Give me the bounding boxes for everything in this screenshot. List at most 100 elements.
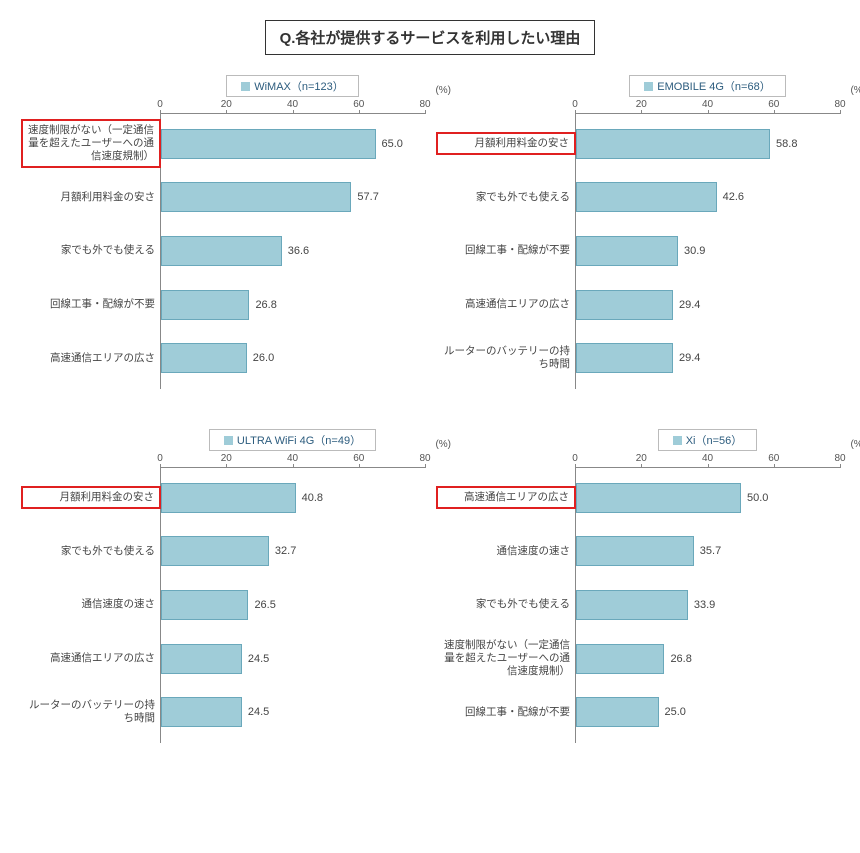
legend-wrap: WiMAX（n=123） — [160, 75, 425, 97]
chart: WiMAX（n=123）(%)020406080速度制限がない（一定通信量を超え… — [20, 75, 425, 389]
bar-value: 32.7 — [275, 545, 296, 557]
bar-row: 高速通信エリアの広さ50.0 — [576, 480, 840, 516]
bar-label: 家でも外でも使える — [436, 191, 576, 204]
bar-row: 回線工事・配線が不要26.8 — [161, 287, 425, 323]
bar-row: 月額利用料金の安さ40.8 — [161, 480, 425, 516]
bar-label: 高速通信エリアの広さ — [21, 652, 161, 665]
bar — [576, 290, 673, 320]
bar-label: 通信速度の速さ — [21, 598, 161, 611]
plot-area: (%)020406080速度制限がない（一定通信量を超えたユーザーへの通信速度規… — [160, 99, 425, 389]
x-tick-mark — [840, 110, 841, 114]
x-tick-label: 20 — [221, 453, 232, 464]
plot-area: (%)020406080高速通信エリアの広さ50.0通信速度の速さ35.7家でも… — [575, 453, 840, 743]
bar — [161, 129, 376, 159]
bar-row: 回線工事・配線が不要25.0 — [576, 694, 840, 730]
x-tick-mark — [840, 464, 841, 468]
bar-row: 家でも外でも使える33.9 — [576, 587, 840, 623]
x-tick-label: 40 — [702, 453, 713, 464]
bar — [161, 290, 249, 320]
bar-value: 36.6 — [288, 245, 309, 257]
x-tick-label: 40 — [702, 99, 713, 110]
x-tick-label: 80 — [419, 99, 430, 110]
bar — [161, 536, 269, 566]
bar-row: 家でも外でも使える36.6 — [161, 233, 425, 269]
legend: ULTRA WiFi 4G（n=49） — [209, 429, 376, 451]
bar-value: 40.8 — [302, 492, 323, 504]
bar-value: 26.8 — [670, 653, 691, 665]
bar-row: 月額利用料金の安さ58.8 — [576, 126, 840, 162]
bar-label: 月額利用料金の安さ — [21, 191, 161, 204]
x-axis: 020406080 — [160, 99, 425, 114]
bar-row: 速度制限がない（一定通信量を超えたユーザーへの通信速度規制）26.8 — [576, 641, 840, 677]
bar — [576, 343, 673, 373]
bar-row: 月額利用料金の安さ57.7 — [161, 179, 425, 215]
bar — [161, 644, 242, 674]
x-axis: 020406080 — [575, 99, 840, 114]
bar-row: 高速通信エリアの広さ29.4 — [576, 287, 840, 323]
legend-label: Xi（n=56） — [686, 432, 743, 448]
bar-value: 35.7 — [700, 545, 721, 557]
x-tick-label: 60 — [353, 453, 364, 464]
bar-value: 50.0 — [747, 492, 768, 504]
legend-wrap: EMOBILE 4G（n=68） — [575, 75, 840, 97]
chart: EMOBILE 4G（n=68）(%)020406080月額利用料金の安さ58.… — [435, 75, 840, 389]
bars-container: 速度制限がない（一定通信量を超えたユーザーへの通信速度規制）65.0 月額利用料金… — [160, 113, 425, 389]
legend: Xi（n=56） — [658, 429, 758, 451]
legend-label: EMOBILE 4G（n=68） — [657, 78, 770, 94]
bar-label: 回線工事・配線が不要 — [436, 244, 576, 257]
bar-value: 25.0 — [665, 706, 686, 718]
bar — [576, 182, 717, 212]
bar-label: 高速通信エリアの広さ — [21, 352, 161, 365]
bar-row: 家でも外でも使える42.6 — [576, 179, 840, 215]
x-tick-label: 80 — [419, 453, 430, 464]
bar-row: 速度制限がない（一定通信量を超えたユーザーへの通信速度規制）65.0 — [161, 126, 425, 162]
x-tick-label: 0 — [157, 453, 163, 464]
chart: Xi（n=56）(%)020406080高速通信エリアの広さ50.0通信速度の速… — [435, 429, 840, 743]
bar-value: 29.4 — [679, 352, 700, 364]
bar — [576, 590, 688, 620]
bar-label: 回線工事・配線が不要 — [436, 706, 576, 719]
bar-row: ルーターのバッテリーの持ち時間24.5 — [161, 694, 425, 730]
legend-swatch — [644, 82, 653, 91]
x-tick-label: 80 — [834, 99, 845, 110]
x-tick-label: 60 — [768, 99, 779, 110]
bar-row: 家でも外でも使える32.7 — [161, 533, 425, 569]
plot-area: (%)020406080月額利用料金の安さ58.8家でも外でも使える42.6回線… — [575, 99, 840, 389]
bar — [161, 236, 282, 266]
bar-row: 回線工事・配線が不要30.9 — [576, 233, 840, 269]
x-tick-label: 40 — [287, 453, 298, 464]
bar-value: 65.0 — [382, 138, 403, 150]
bar-label: 高速通信エリアの広さ — [436, 298, 576, 311]
legend-swatch — [673, 436, 682, 445]
bars-container: 高速通信エリアの広さ50.0 通信速度の速さ35.7 家でも外でも使える33.9 速度… — [575, 467, 840, 743]
bar-label: ルーターのバッテリーの持ち時間 — [21, 699, 161, 725]
bar — [161, 483, 296, 513]
bar — [576, 644, 664, 674]
legend-swatch — [241, 82, 250, 91]
legend: WiMAX（n=123） — [226, 75, 359, 97]
bar-value: 42.6 — [723, 191, 744, 203]
bar — [576, 483, 741, 513]
bar — [161, 343, 247, 373]
bar-row: 高速通信エリアの広さ24.5 — [161, 641, 425, 677]
x-tick-label: 60 — [353, 99, 364, 110]
bar-label: 家でも外でも使える — [21, 244, 161, 257]
x-tick-mark — [425, 110, 426, 114]
legend-wrap: ULTRA WiFi 4G（n=49） — [160, 429, 425, 451]
bar-value: 26.5 — [254, 599, 275, 611]
bar-value: 29.4 — [679, 299, 700, 311]
bar-label: 速度制限がない（一定通信量を超えたユーザーへの通信速度規制） — [436, 639, 576, 678]
bar-row: 通信速度の速さ35.7 — [576, 533, 840, 569]
bar-value: 24.5 — [248, 653, 269, 665]
bar — [576, 129, 770, 159]
bar — [161, 182, 351, 212]
chart-grid: WiMAX（n=123）(%)020406080速度制限がない（一定通信量を超え… — [20, 75, 840, 743]
bar-value: 26.8 — [255, 299, 276, 311]
x-tick-label: 20 — [221, 99, 232, 110]
pct-label: (%) — [850, 85, 860, 96]
bar-label: 家でも外でも使える — [436, 598, 576, 611]
legend-wrap: Xi（n=56） — [575, 429, 840, 451]
x-tick-label: 60 — [768, 453, 779, 464]
bar-label-highlighted: 高速通信エリアの広さ — [436, 486, 576, 509]
x-tick-label: 40 — [287, 99, 298, 110]
